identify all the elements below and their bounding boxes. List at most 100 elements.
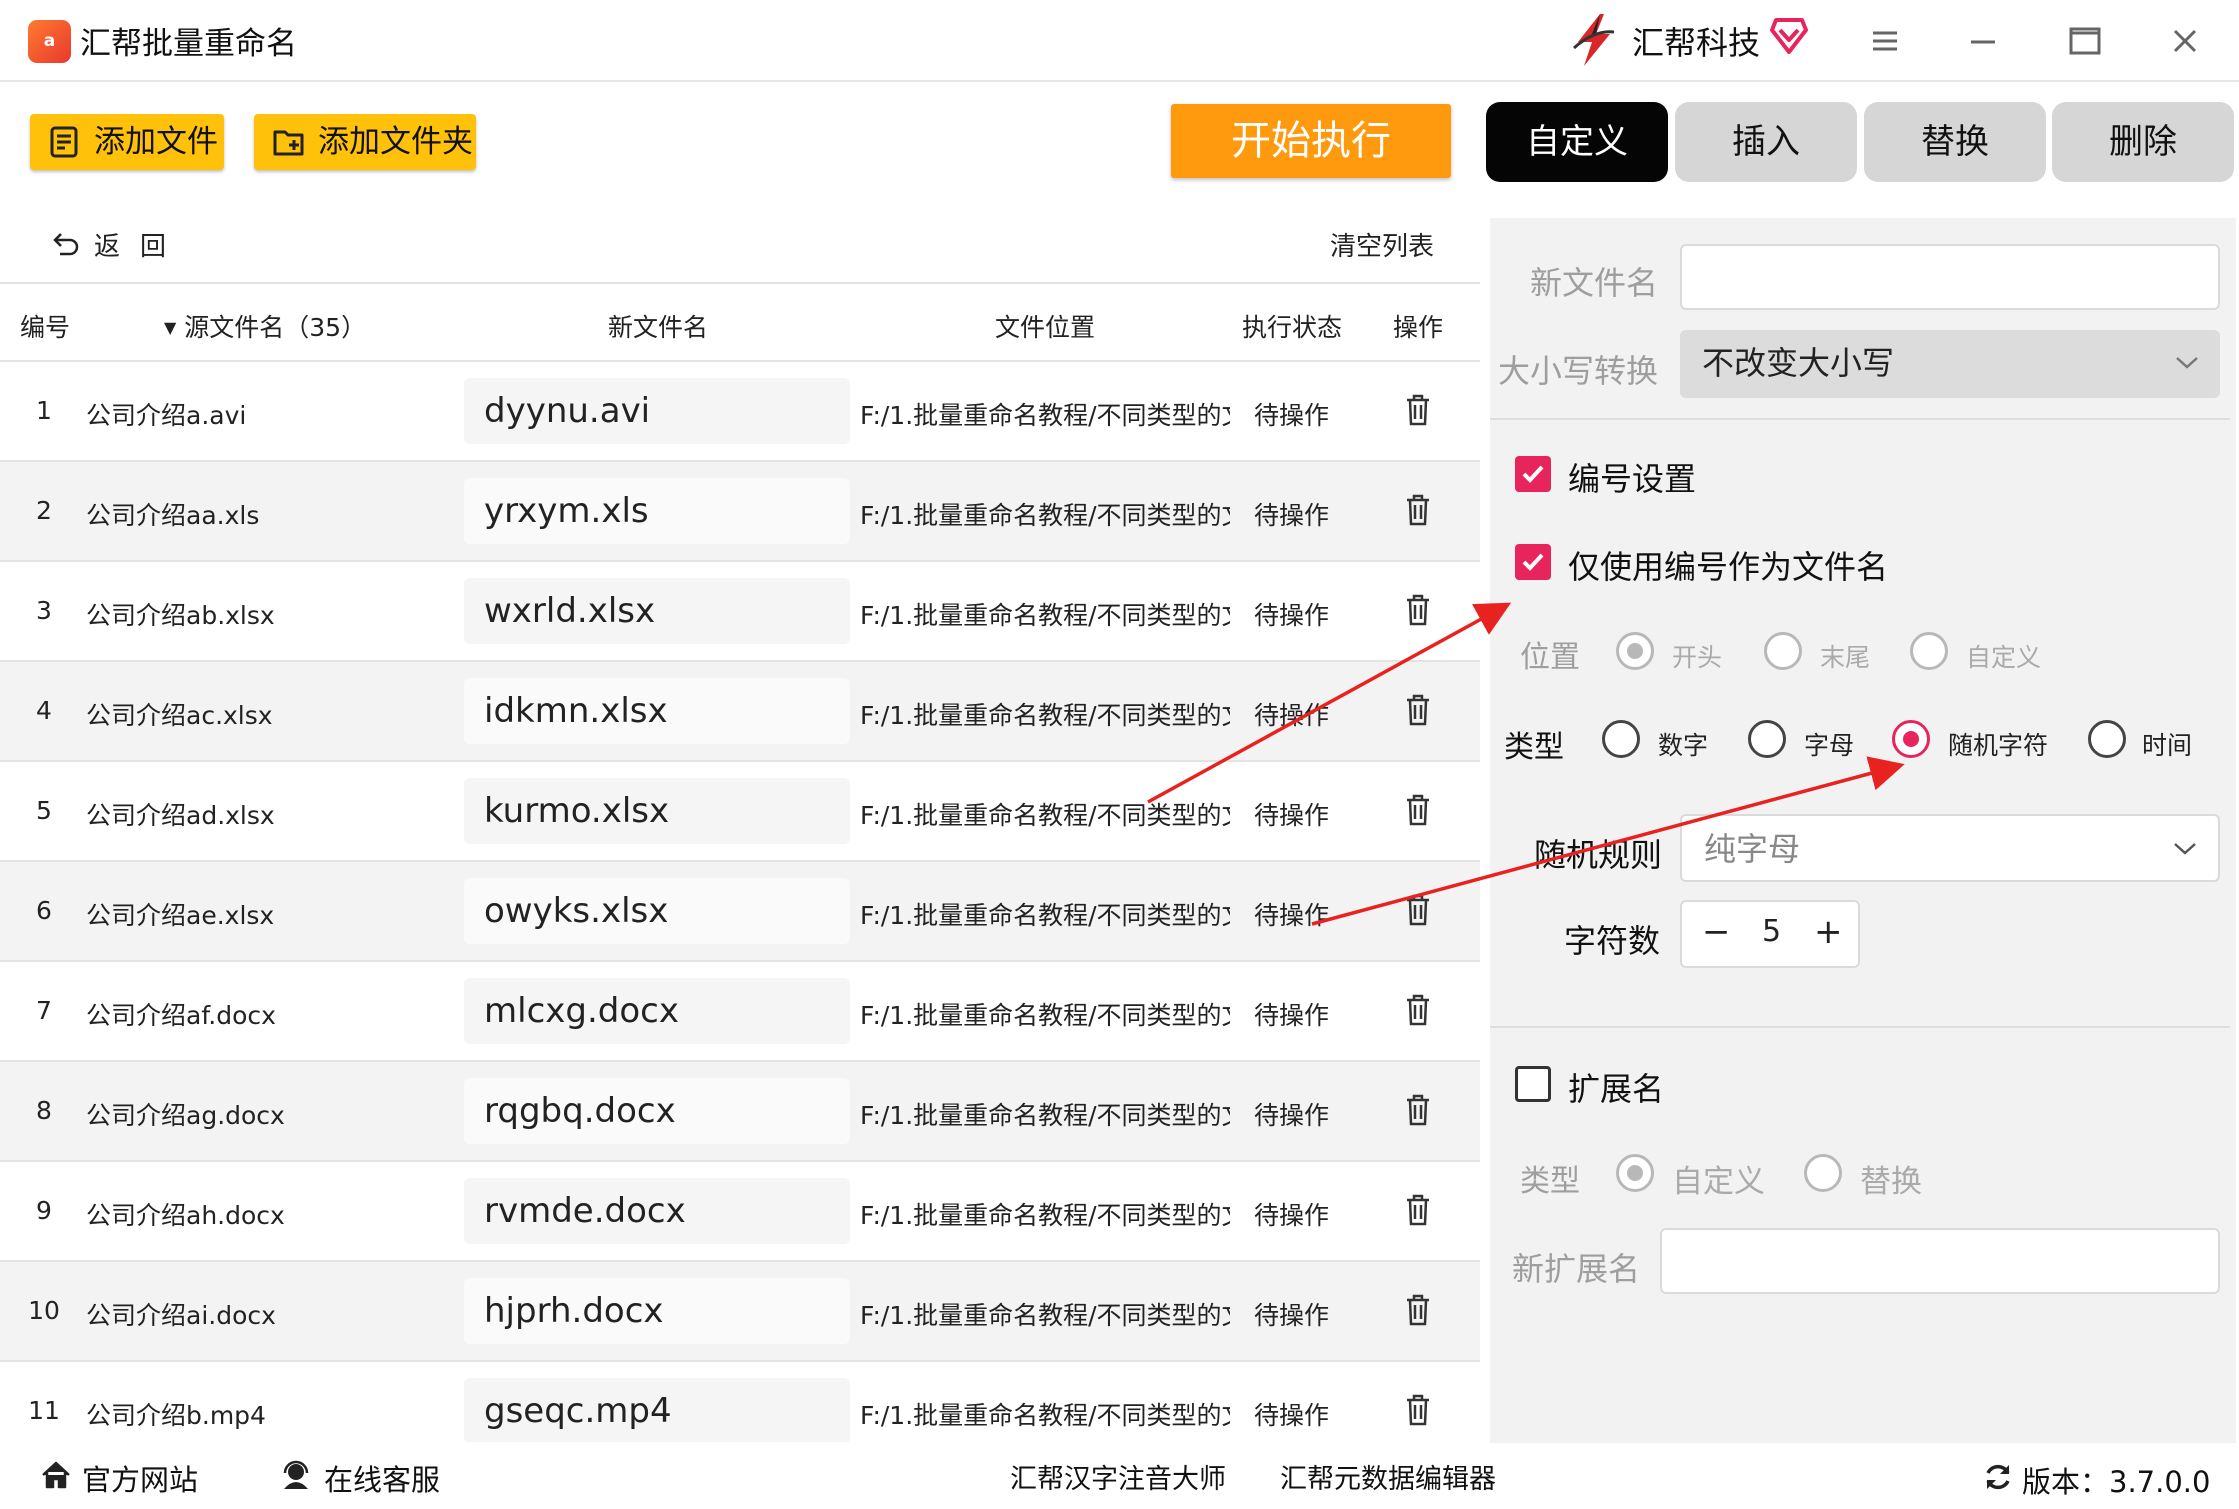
random-rule-select[interactable]: 纯字母: [1680, 814, 2220, 882]
row-location: F:/1.批量重命名教程/不同类型的文: [860, 1401, 1230, 1430]
row-index: 9: [36, 1196, 52, 1225]
row-location: F:/1.批量重命名教程/不同类型的文: [860, 401, 1230, 430]
row-source-name: 公司介绍ag.docx: [86, 1101, 285, 1130]
tab-custom[interactable]: 自定义: [1486, 102, 1668, 182]
minimize-icon[interactable]: [1966, 24, 2000, 58]
tab-insert[interactable]: 插入: [1675, 102, 1857, 182]
new-ext-input[interactable]: [1660, 1228, 2220, 1294]
trash-icon[interactable]: [1403, 1393, 1433, 1427]
maximize-icon[interactable]: [2068, 24, 2102, 58]
stepper-minus-button[interactable]: −: [1702, 912, 1731, 952]
add-folder-button[interactable]: 添加文件夹: [254, 114, 476, 170]
back-label: 返回: [94, 232, 187, 262]
row-new-name: wxrld.xlsx: [464, 578, 850, 644]
title-bar: a 汇帮批量重命名 汇帮科技: [0, 0, 2239, 82]
table-row[interactable]: 6 公司介绍ae.xlsx owyks.xlsx F:/1.批量重命名教程/不同…: [0, 862, 1480, 962]
row-new-name: gseqc.mp4: [464, 1378, 850, 1442]
type-time-label: 时间: [2142, 731, 2193, 760]
table-row[interactable]: 9 公司介绍ah.docx rvmde.docx F:/1.批量重命名教程/不同…: [0, 1162, 1480, 1262]
divider: [1490, 1026, 2230, 1028]
divider: [1490, 418, 2230, 420]
trash-icon[interactable]: [1403, 493, 1433, 527]
row-index: 1: [36, 396, 52, 425]
trash-icon[interactable]: [1403, 793, 1433, 827]
table-row[interactable]: 8 公司介绍ag.docx rqgbq.docx F:/1.批量重命名教程/不同…: [0, 1062, 1480, 1162]
row-location: F:/1.批量重命名教程/不同类型的文: [860, 901, 1230, 930]
position-start-label: 开头: [1672, 643, 1723, 672]
row-index: 11: [28, 1396, 60, 1425]
trash-icon[interactable]: [1403, 1093, 1433, 1127]
clear-list-button[interactable]: 清空列表: [1330, 226, 1434, 263]
support-link[interactable]: 在线客服: [280, 1457, 440, 1499]
app1-link[interactable]: 汇帮汉字注音大师: [1010, 1457, 1226, 1496]
row-status: 待操作: [1254, 1401, 1330, 1430]
row-new-name: idkmn.xlsx: [464, 678, 850, 744]
row-location: F:/1.批量重命名教程/不同类型的文: [860, 1101, 1230, 1130]
table-row[interactable]: 1 公司介绍a.avi dyynu.avi F:/1.批量重命名教程/不同类型的…: [0, 362, 1480, 462]
row-status: 待操作: [1254, 601, 1330, 630]
row-new-name: owyks.xlsx: [464, 878, 850, 944]
ext-type-radio-custom[interactable]: [1616, 1154, 1654, 1192]
trash-icon[interactable]: [1403, 1293, 1433, 1327]
tab-replace[interactable]: 替换: [1864, 102, 2046, 182]
type-radio-time[interactable]: [2088, 720, 2126, 758]
table-row[interactable]: 7 公司介绍af.docx mlcxg.docx F:/1.批量重命名教程/不同…: [0, 962, 1480, 1062]
table-row[interactable]: 5 公司介绍ad.xlsx kurmo.xlsx F:/1.批量重命名教程/不同…: [0, 762, 1480, 862]
row-status: 待操作: [1254, 901, 1330, 930]
menu-icon[interactable]: [1868, 24, 1902, 58]
trash-icon[interactable]: [1403, 593, 1433, 627]
add-file-button[interactable]: 添加文件: [30, 114, 224, 170]
trash-icon[interactable]: [1403, 693, 1433, 727]
ext-type-replace-label: 替换: [1860, 1164, 1922, 1200]
app-window: a 汇帮批量重命名 汇帮科技 添加文件 添加文件夹 开始执行 自定义 插入 替换…: [0, 0, 2239, 1509]
type-number-label: 数字: [1658, 731, 1709, 760]
numbering-checkbox[interactable]: [1515, 456, 1551, 492]
type-radio-random[interactable]: [1892, 720, 1930, 758]
table-row[interactable]: 2 公司介绍aa.xls yrxym.xls F:/1.批量重命名教程/不同类型…: [0, 462, 1480, 562]
row-location: F:/1.批量重命名教程/不同类型的文: [860, 501, 1230, 530]
vip-diamond-icon[interactable]: [1770, 16, 1808, 56]
type-label: 类型: [1504, 730, 1564, 765]
trash-icon[interactable]: [1403, 893, 1433, 927]
col-source-sort[interactable]: ▼ 源文件名（35）: [164, 308, 366, 344]
ext-type-radio-replace[interactable]: [1804, 1154, 1842, 1192]
close-icon[interactable]: [2168, 24, 2202, 58]
table-row[interactable]: 10 公司介绍ai.docx hjprh.docx F:/1.批量重命名教程/不…: [0, 1262, 1480, 1362]
position-radio-custom[interactable]: [1910, 632, 1948, 670]
position-custom-label: 自定义: [1966, 643, 2042, 672]
row-status: 待操作: [1254, 1301, 1330, 1330]
status-bar: 官方网站 在线客服 汇帮汉字注音大师 汇帮元数据编辑器 版本：3.7.0.0: [0, 1443, 2239, 1509]
row-location: F:/1.批量重命名教程/不同类型的文: [860, 701, 1230, 730]
char-count-stepper[interactable]: − 5 +: [1680, 900, 1860, 968]
table-row[interactable]: 3 公司介绍ab.xlsx wxrld.xlsx F:/1.批量重命名教程/不同…: [0, 562, 1480, 662]
check-icon: [1522, 465, 1544, 483]
row-new-name: mlcxg.docx: [464, 978, 850, 1044]
add-folder-label: 添加文件夹: [318, 124, 473, 160]
case-convert-select[interactable]: 不改变大小写: [1680, 330, 2220, 398]
type-radio-number[interactable]: [1602, 720, 1640, 758]
new-filename-input[interactable]: [1680, 244, 2220, 310]
case-convert-label: 大小写转换: [1498, 352, 1659, 390]
ext-type-custom-label: 自定义: [1672, 1164, 1765, 1200]
chevron-down-icon: [2176, 357, 2198, 369]
position-radio-start[interactable]: [1616, 632, 1654, 670]
trash-icon[interactable]: [1403, 993, 1433, 1027]
tab-delete[interactable]: 删除: [2052, 102, 2234, 182]
row-new-name: dyynu.avi: [464, 378, 850, 444]
trash-icon[interactable]: [1403, 1193, 1433, 1227]
type-radio-letter[interactable]: [1748, 720, 1786, 758]
position-radio-end[interactable]: [1764, 632, 1802, 670]
extension-label: 扩展名: [1568, 1070, 1665, 1108]
stepper-plus-button[interactable]: +: [1814, 912, 1843, 952]
trash-icon[interactable]: [1403, 393, 1433, 427]
extension-checkbox[interactable]: [1515, 1066, 1551, 1102]
type-letter-label: 字母: [1804, 731, 1855, 760]
table-row[interactable]: 11 公司介绍b.mp4 gseqc.mp4 F:/1.批量重命名教程/不同类型…: [0, 1362, 1480, 1442]
support-label: 在线客服: [324, 1463, 441, 1497]
website-link[interactable]: 官方网站: [40, 1457, 198, 1499]
table-row[interactable]: 4 公司介绍ac.xlsx idkmn.xlsx F:/1.批量重命名教程/不同…: [0, 662, 1480, 762]
start-execution-button[interactable]: 开始执行: [1171, 104, 1451, 178]
app2-link[interactable]: 汇帮元数据编辑器: [1280, 1457, 1496, 1496]
only-number-checkbox[interactable]: [1515, 544, 1551, 580]
home-icon: [42, 1461, 70, 1489]
